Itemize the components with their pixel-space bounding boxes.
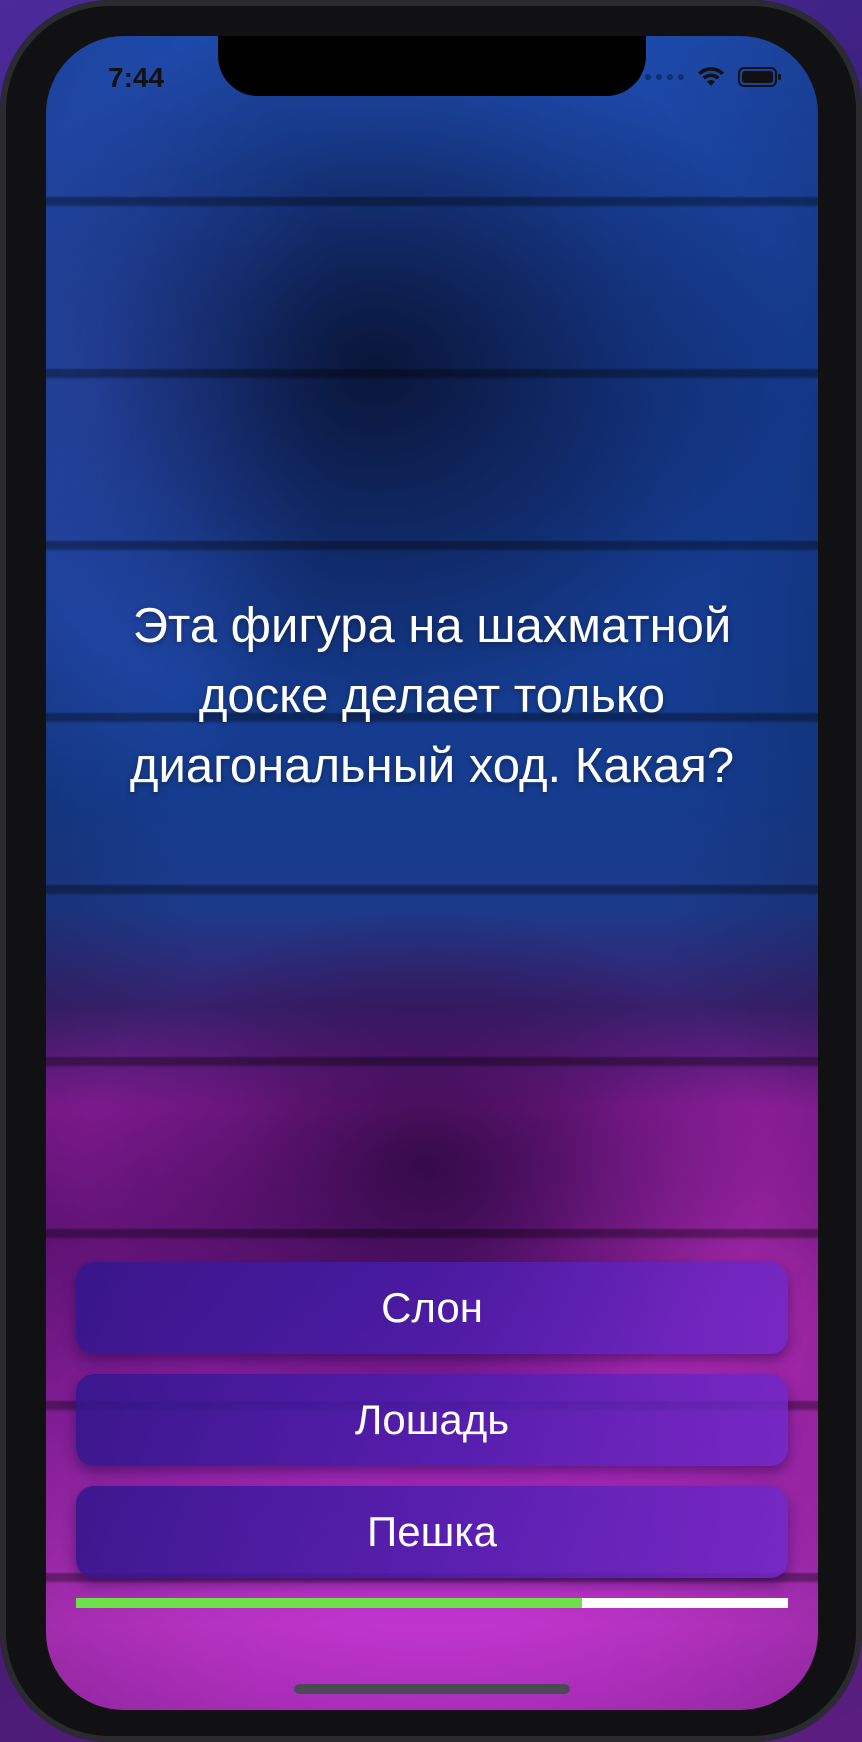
status-icons bbox=[645, 66, 782, 88]
timer-progress-fill bbox=[76, 1598, 582, 1608]
app-screen: 7:44 Эта фигура на шахматной доске делае… bbox=[46, 36, 818, 1710]
battery-icon bbox=[738, 67, 781, 87]
answer-button-1[interactable]: Слон bbox=[76, 1262, 788, 1354]
phone-frame: 7:44 Эта фигура на шахматной доске делае… bbox=[0, 0, 862, 1742]
status-time: 7:44 bbox=[108, 62, 165, 93]
answer-label: Слон bbox=[381, 1284, 483, 1331]
device-background: 7:44 Эта фигура на шахматной доске делае… bbox=[0, 0, 862, 1742]
answer-button-3[interactable]: Пешка bbox=[76, 1486, 788, 1578]
answer-label: Пешка bbox=[367, 1508, 497, 1555]
timer-progress-bar bbox=[76, 1598, 788, 1608]
wifi-icon bbox=[698, 67, 724, 86]
home-indicator[interactable] bbox=[294, 1684, 570, 1694]
signal-dots-icon bbox=[645, 74, 684, 80]
answer-label: Лошадь bbox=[354, 1396, 510, 1443]
question-text: Эта фигура на шахматной доске делает тол… bbox=[129, 599, 735, 793]
camera-notch bbox=[218, 36, 646, 96]
answer-button-2[interactable]: Лошадь bbox=[76, 1374, 788, 1466]
